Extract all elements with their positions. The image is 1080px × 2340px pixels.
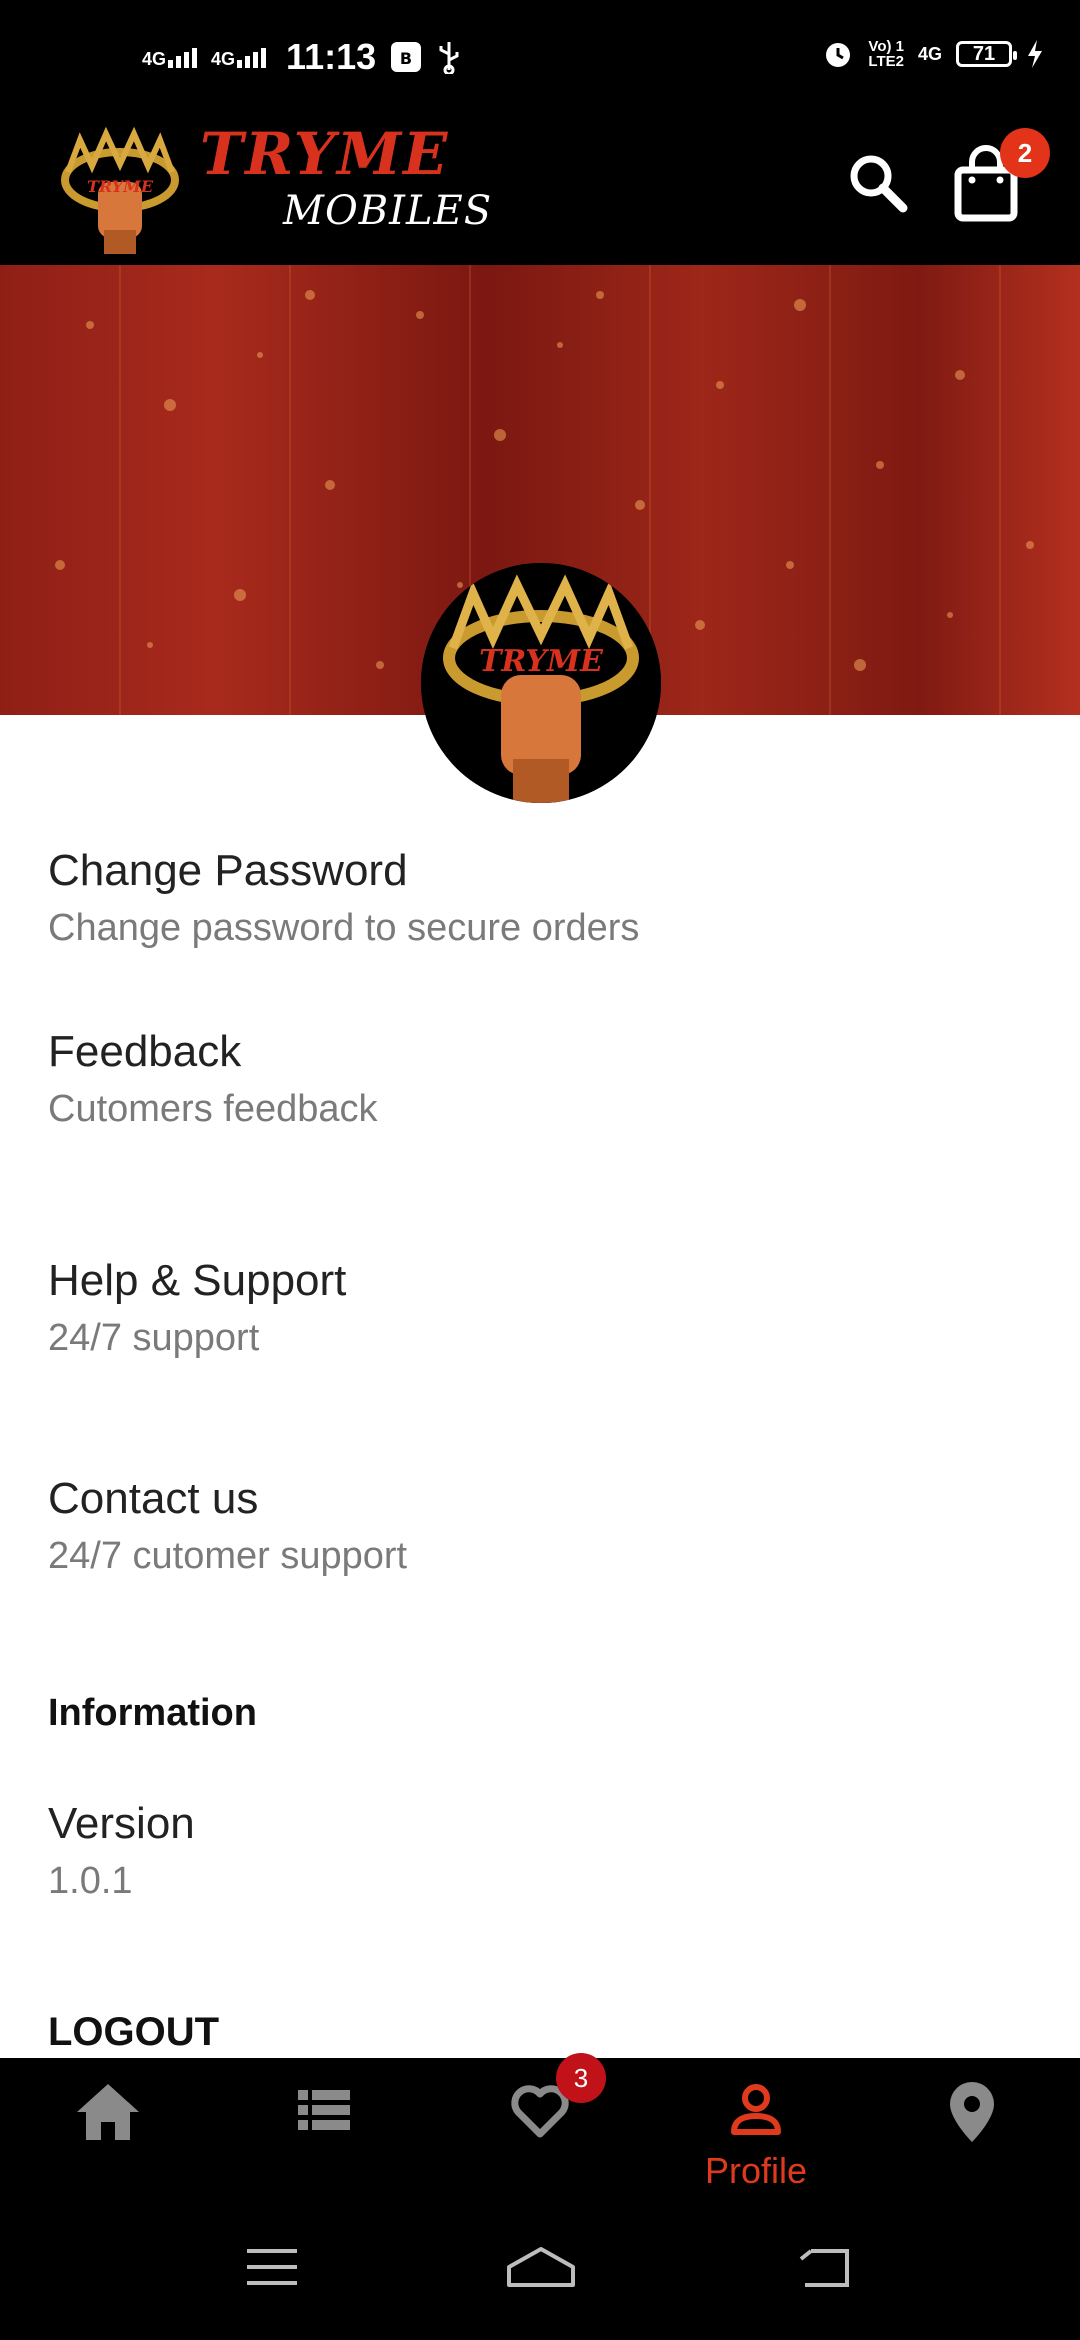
nav-profile[interactable]: Profile	[648, 2058, 864, 2200]
svg-text:B: B	[400, 49, 412, 68]
location-pin-icon	[950, 2082, 994, 2142]
bottom-navigation: Profile	[0, 2058, 1080, 2200]
menu-icon[interactable]	[245, 2245, 299, 2289]
person-icon	[731, 2084, 781, 2135]
cart-count-badge: 2	[1000, 128, 1050, 178]
menu-item-title: Change Password	[48, 846, 408, 895]
hd-icon: B	[391, 42, 422, 72]
wishlist-count-badge: 3	[556, 2053, 606, 2103]
volte-indicator: Vo) 1 LTE2	[868, 39, 904, 69]
menu-item-subtitle: Cutomers feedback	[48, 1088, 378, 1130]
status-bar: 4G 4G 11:13 B Vo) 1 LTE2 4G 71	[0, 0, 1080, 120]
search-icon[interactable]	[845, 150, 909, 214]
crown-fist-logo[interactable]: TRYME	[50, 120, 190, 260]
version-info: Version 1.0.1	[48, 1796, 1028, 1906]
menu-item-contact-us[interactable]: Contact us 24/7 cutomer support	[48, 1471, 1028, 1581]
network-type-1: 4G	[142, 49, 167, 69]
brand-subtitle: MOBILES	[283, 188, 493, 234]
menu-item-title: Help & Support	[48, 1256, 347, 1305]
home-icon	[77, 2084, 139, 2140]
crown-fist-logo: TRYME	[421, 563, 661, 803]
brand-title: TRYME	[200, 120, 450, 188]
logout-button[interactable]: LOGOUT	[48, 2010, 219, 2055]
svg-text:TRYME: TRYME	[479, 644, 604, 679]
list-icon	[298, 2090, 350, 2130]
signal-bars-icon	[237, 46, 267, 68]
home-button-icon[interactable]	[505, 2245, 577, 2289]
menu-item-subtitle: 24/7 cutomer support	[48, 1535, 408, 1577]
volte-bottom: LTE2	[868, 53, 904, 70]
signal-bars-icon	[168, 46, 198, 68]
menu-item-feedback[interactable]: Feedback Cutomers feedback	[48, 1024, 1028, 1134]
alarm-icon	[826, 43, 851, 67]
system-navigation-bar	[0, 2200, 1080, 2340]
network-type-3: 4G	[917, 44, 942, 64]
profile-avatar[interactable]: TRYME	[421, 563, 661, 803]
volte-top: Vo) 1	[868, 38, 904, 55]
menu-item-title: Feedback	[48, 1027, 242, 1076]
version-value: 1.0.1	[48, 1860, 133, 1902]
information-heading: Information	[48, 1692, 257, 1734]
battery-level: 71	[972, 42, 996, 65]
status-left: 4G 4G 11:13 B	[142, 36, 462, 78]
menu-item-title: Contact us	[48, 1474, 259, 1523]
menu-item-change-password[interactable]: Change Password Change password to secur…	[48, 843, 1028, 953]
app-header: TRYME TRYME MOBILES	[0, 120, 1080, 265]
nav-wishlist[interactable]	[432, 2058, 648, 2200]
back-icon[interactable]	[797, 2245, 853, 2289]
status-right: Vo) 1 LTE2 4G 71	[822, 38, 1044, 70]
clock: 11:13	[286, 36, 377, 77]
menu-item-help-support[interactable]: Help & Support 24/7 support	[48, 1253, 1028, 1363]
svg-text:TRYME: TRYME	[87, 177, 154, 196]
network-type-2: 4G	[211, 49, 236, 69]
nav-profile-label: Profile	[704, 2150, 808, 2191]
nav-categories[interactable]	[216, 2058, 432, 2200]
charging-icon	[1028, 40, 1042, 68]
battery-indicator: 71	[956, 41, 1017, 67]
menu-item-subtitle: Change password to secure orders	[48, 907, 640, 949]
nav-home[interactable]	[0, 2058, 216, 2200]
signal-sim2: 4G	[211, 46, 267, 69]
nav-location[interactable]	[864, 2058, 1080, 2200]
menu-item-subtitle: 24/7 support	[48, 1317, 260, 1359]
signal-sim1: 4G	[142, 46, 198, 69]
usb-icon	[439, 42, 459, 74]
version-label: Version	[48, 1799, 195, 1848]
